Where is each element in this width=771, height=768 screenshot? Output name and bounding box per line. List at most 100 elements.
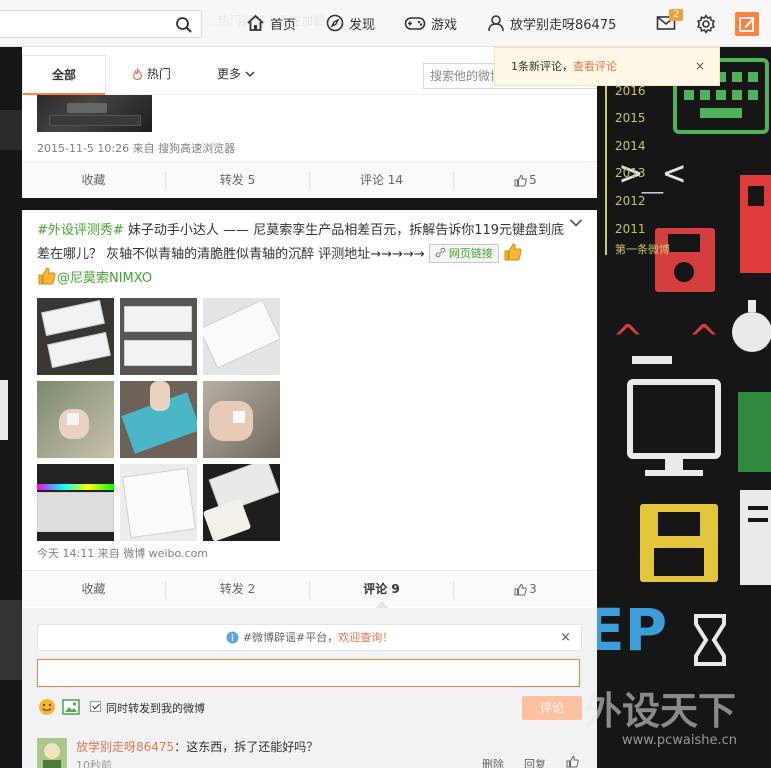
repost-checkbox[interactable] xyxy=(90,701,101,712)
post-image[interactable] xyxy=(203,381,280,458)
reply-timestamp: 10秒前 xyxy=(76,759,112,768)
like-button[interactable]: 5 xyxy=(454,162,597,199)
new-comment-toast: 1条新评论，查看评论 × xyxy=(494,47,720,86)
message-count-badge: 2 xyxy=(669,9,684,21)
post-action-bar: 收藏 转发 5 评论 14 5 xyxy=(22,161,597,198)
nav-home-label: 首页 xyxy=(270,17,297,33)
year-item[interactable]: 2015 xyxy=(615,111,646,125)
collect-button[interactable]: 收藏 xyxy=(22,571,165,608)
chevron-down-icon xyxy=(245,71,255,77)
rumor-notice: #微博辟谣#平台，欢迎查询！ × xyxy=(37,624,582,651)
watermark-graphic: 外设天下 www.pcwaishe.cn xyxy=(584,689,737,748)
nav-user-profile[interactable]: 放学别走呀86475 xyxy=(487,12,616,34)
notice-close-button[interactable]: × xyxy=(560,625,571,650)
post-image-thumbnail[interactable] xyxy=(37,95,152,132)
comment-caret xyxy=(375,601,389,608)
thumbs-up-emoji-icon xyxy=(38,267,56,285)
image-upload-icon[interactable] xyxy=(62,698,80,716)
topic-link[interactable]: #外设评测秀# xyxy=(37,223,124,238)
thumbs-up-icon[interactable] xyxy=(566,755,579,768)
repost-checkbox-label[interactable]: 同时转发到我的微博 xyxy=(106,700,205,716)
like-count: 5 xyxy=(529,173,537,187)
feed-column: 全部 热门 更多 搜索他的微博 2015-11-5 10:26 来自 搜狗高速浏… xyxy=(22,47,597,768)
toast-close-button[interactable]: × xyxy=(695,48,705,85)
year-item[interactable]: 2013 xyxy=(615,166,646,180)
compose-button[interactable] xyxy=(735,12,759,36)
watermark-url: www.pcwaishe.cn xyxy=(622,733,737,748)
post-image[interactable] xyxy=(203,464,280,541)
comment-input[interactable] xyxy=(37,659,580,687)
global-search-input[interactable] xyxy=(0,10,202,38)
year-item[interactable]: 2011 xyxy=(615,222,646,236)
home-icon xyxy=(247,14,264,31)
feed-card: #外设评测秀# 妹子动手小达人 —— 尼莫索孪生产品相差百元，拆解告诉你119元… xyxy=(22,210,597,768)
thumbs-up-icon xyxy=(514,583,527,596)
post-action-bar: 收藏 转发 2 评论 9 3 xyxy=(22,570,597,607)
avatar[interactable] xyxy=(37,738,67,768)
comment-panel: #微博辟谣#平台，欢迎查询！ × 同时转发到我的微博 评论 放学别走呀86475… xyxy=(22,608,597,768)
flame-icon xyxy=(132,67,143,81)
thumbs-up-emoji-icon xyxy=(504,243,522,261)
compass-icon xyxy=(326,14,344,32)
repost-button[interactable]: 转发 5 xyxy=(166,162,309,199)
notice-link[interactable]: 欢迎查询！ xyxy=(338,631,393,644)
collect-button[interactable]: 收藏 xyxy=(22,162,165,199)
tab-more[interactable]: 更多 xyxy=(217,55,255,94)
tab-hot-label: 热门 xyxy=(146,67,171,81)
post-image[interactable] xyxy=(203,298,280,375)
search-icon[interactable] xyxy=(175,16,193,34)
view-comments-link[interactable]: 查看评论 xyxy=(573,60,617,73)
year-item[interactable]: 2014 xyxy=(615,139,646,153)
web-link-label: 网页链接 xyxy=(448,247,493,260)
reply-username[interactable]: 放学别走呀86475 xyxy=(76,740,174,754)
post-meta: 2015-11-5 10:26 来自 搜狗高速浏览器 xyxy=(37,142,236,155)
svg-text:^: ^ xyxy=(612,317,644,361)
site-watermark: 外设天下 www.pcwaishe.cn xyxy=(580,672,771,768)
post-meta: 今天 14:11 来自 微博 weibo.com xyxy=(37,547,209,560)
post-image[interactable] xyxy=(37,298,114,375)
nav-game-label: 游戏 xyxy=(431,17,458,33)
post-image[interactable] xyxy=(37,381,114,458)
nav-discover[interactable]: 发现 xyxy=(326,12,375,34)
user-icon xyxy=(488,15,504,32)
avatar-image xyxy=(37,738,67,768)
tab-more-label: 更多 xyxy=(217,67,242,81)
reply-button[interactable]: 回复 xyxy=(524,756,546,768)
first-post-link[interactable]: 第一条微博 xyxy=(615,241,670,257)
repost-button[interactable]: 转发 2 xyxy=(166,571,309,608)
info-icon xyxy=(226,631,239,644)
nav-home[interactable]: 首页 xyxy=(246,12,296,34)
thumbs-up-icon xyxy=(514,174,527,187)
nav-game[interactable]: 游戏 xyxy=(404,12,457,34)
post-image[interactable] xyxy=(37,464,114,541)
svg-text:^: ^ xyxy=(688,317,720,361)
year-item[interactable]: 2016 xyxy=(615,84,646,98)
top-navigation: ...热门微博 | 正在加载 ... 首页 发现 游戏 放学别走呀86475 2 xyxy=(0,0,771,47)
reply-content: ：这东西，拆了还能好吗？ xyxy=(174,740,319,754)
notice-text: #微博辟谣#平台， xyxy=(242,631,339,644)
like-button[interactable]: 3 xyxy=(454,571,597,608)
post-image[interactable] xyxy=(120,381,197,458)
comment-button[interactable]: 评论 14 xyxy=(310,162,453,199)
gear-icon[interactable] xyxy=(696,14,716,34)
gamepad-icon xyxy=(404,17,426,30)
submit-comment-button[interactable]: 评论 xyxy=(522,696,582,720)
toast-text: 1条新评论， xyxy=(511,60,573,73)
mention-link[interactable]: @尼莫索NIMXO xyxy=(57,271,152,286)
tab-all[interactable]: 全部 xyxy=(22,55,106,95)
year-item[interactable]: 2012 xyxy=(615,194,646,208)
like-count: 3 xyxy=(529,582,537,596)
watermark-title: 外设天下 xyxy=(584,689,736,733)
timeline-bar xyxy=(605,80,607,255)
svg-text:EP: EP xyxy=(585,596,667,664)
web-link-chip[interactable]: 网页链接 xyxy=(428,244,499,263)
tab-hot[interactable]: 热门 xyxy=(132,55,171,94)
edit-icon xyxy=(739,17,755,32)
delete-reply-button[interactable]: 删除 xyxy=(482,756,504,768)
post-image-grid xyxy=(37,298,283,544)
post-image[interactable] xyxy=(120,464,197,541)
nav-discover-label: 发现 xyxy=(349,17,376,33)
post-image[interactable] xyxy=(120,298,197,375)
link-icon xyxy=(435,247,446,258)
emoji-icon[interactable] xyxy=(38,698,56,716)
